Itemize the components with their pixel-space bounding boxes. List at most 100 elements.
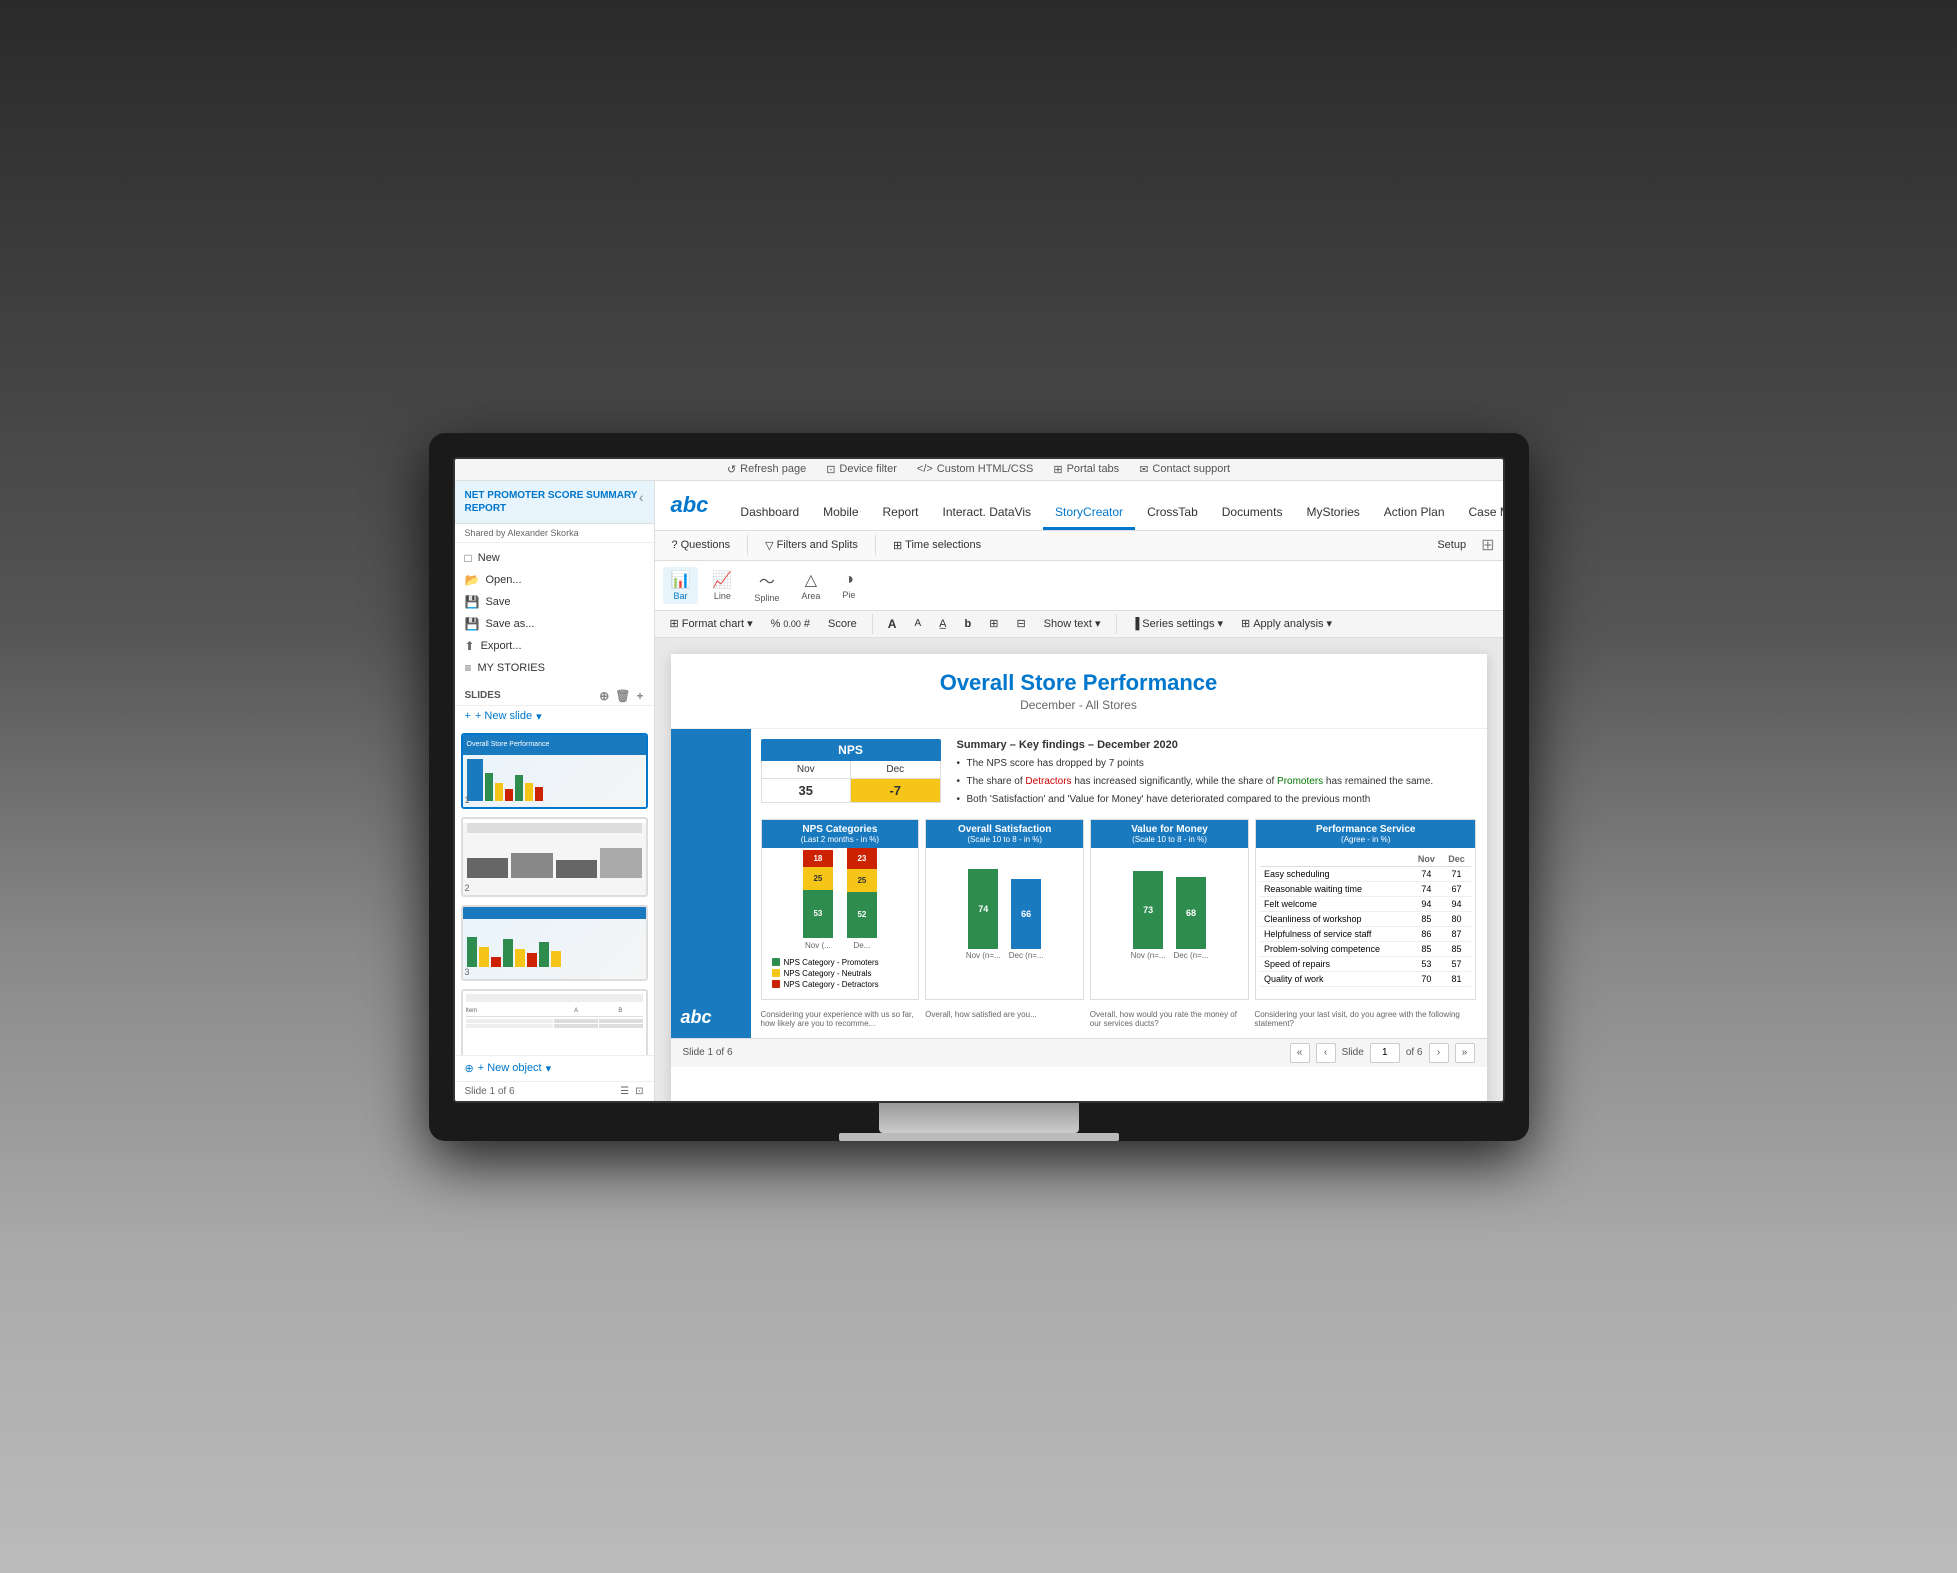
setup-btn[interactable]: Setup <box>1428 535 1475 555</box>
time-icon: ⊞ <box>893 539 902 552</box>
detractors-segment-dec: 23 <box>847 848 877 869</box>
toolbar-sep-2 <box>875 535 876 555</box>
grid-btn[interactable]: ⊟ <box>1009 614 1032 633</box>
slide-thumb-preview-3 <box>463 907 646 979</box>
delete-slide-btn[interactable]: 🗑 <box>615 689 630 703</box>
save-as-menu-item[interactable]: 💾 Save as... <box>455 613 654 635</box>
save-icon: 💾 <box>465 595 480 609</box>
chart-type-area[interactable]: △ Area <box>793 567 828 604</box>
font-smaller-icon: A <box>914 618 921 629</box>
chevron-down-icon: ▾ <box>536 710 542 723</box>
nav-datavis[interactable]: Interact. DataVis <box>931 497 1044 530</box>
slides-tools: ⊕ 🗑 + <box>599 689 643 703</box>
bold-btn[interactable]: b <box>957 615 978 633</box>
text-format-a[interactable]: A <box>881 614 904 634</box>
apply-analysis-btn[interactable]: ⊞ Apply analysis ▾ <box>1234 614 1339 633</box>
slide-number-1: 1 <box>465 795 470 805</box>
contact-support-btn[interactable]: ✉ Contact support <box>1139 463 1230 476</box>
series-settings-btn[interactable]: ▐ Series settings ▾ <box>1125 614 1230 633</box>
score-controls: % 0.00 # <box>764 615 817 633</box>
new-slide-button[interactable]: + + New slide ▾ <box>455 705 654 727</box>
promoters-text: Promoters <box>1277 776 1323 787</box>
open-menu-item[interactable]: 📂 Open... <box>455 569 654 591</box>
font-larger-icon: A <box>888 617 897 631</box>
table-btn[interactable]: ⊞ <box>982 614 1005 633</box>
nav-casemgmt[interactable]: Case Mgmt <box>1457 497 1503 530</box>
chart-type-pie[interactable]: ◑ Pie <box>834 568 863 603</box>
pagination: « ‹ Slide of 6 › » <box>1290 1043 1475 1063</box>
first-page-btn[interactable]: « <box>1290 1043 1310 1063</box>
export-menu-item[interactable]: ⬆ Export... <box>455 635 654 657</box>
perf-row-label: Helpfulness of service staff <box>1260 926 1411 941</box>
perf-row-label: Speed of repairs <box>1260 956 1411 971</box>
grid-icon: ⊞ <box>1481 535 1494 555</box>
portal-tabs-btn[interactable]: ⊞ Portal tabs <box>1053 463 1119 476</box>
value-subheader: (Scale 10 to 8 - in %) <box>1095 835 1244 844</box>
promoters-segment-dec: 52 <box>847 892 877 938</box>
perf-col-nov: Nov <box>1411 852 1441 867</box>
grid2-icon: ⊟ <box>1016 617 1025 630</box>
nav-report[interactable]: Report <box>871 497 931 530</box>
performance-table: Nov Dec Easy scheduling7471Reasonable wa… <box>1260 852 1472 987</box>
slide-thumb-1[interactable]: Overall Store Performance <box>461 733 648 809</box>
last-page-btn[interactable]: » <box>1455 1043 1475 1063</box>
page-number-input[interactable] <box>1370 1043 1400 1063</box>
nav-mystories[interactable]: MyStories <box>1294 497 1371 530</box>
slide-left-stripe: abc <box>671 729 751 1038</box>
slide-thumb-3[interactable]: 3 <box>461 905 648 981</box>
perf-row-nov: 74 <box>1411 881 1441 896</box>
collapse-sidebar-btn[interactable]: ‹ <box>639 489 644 505</box>
nav-crosstab[interactable]: CrossTab <box>1135 497 1210 530</box>
app-header: abc Dashboard Mobile Report Interact. Da… <box>655 481 1503 531</box>
new-menu-item[interactable]: □ New <box>455 547 654 569</box>
add-slide-btn[interactable]: + <box>636 689 643 703</box>
neutrals-segment-nov: 25 <box>803 867 833 890</box>
slide-page: Overall Store Performance December - All… <box>671 654 1487 1101</box>
filters-btn[interactable]: ▽ Filters and Splits <box>756 535 867 556</box>
val-bar-dec-rect: 68 <box>1176 877 1206 949</box>
text-format-a-sm[interactable]: A <box>907 615 928 632</box>
next-page-btn[interactable]: › <box>1429 1043 1449 1063</box>
format-chart-btn[interactable]: ⊞ Format chart ▾ <box>663 614 760 633</box>
show-text-btn[interactable]: Show text ▾ <box>1037 614 1108 633</box>
questions-btn[interactable]: ? Questions <box>663 535 740 555</box>
chart-type-spline[interactable]: 〜 Spline <box>746 565 787 606</box>
refresh-page-btn[interactable]: ↺ Refresh page <box>727 463 806 476</box>
new-object-button[interactable]: ⊕ + New object ▾ <box>455 1055 654 1081</box>
nav-actionplan[interactable]: Action Plan <box>1372 497 1457 530</box>
detractors-text: Detractors <box>1025 776 1071 787</box>
my-stories-menu-item[interactable]: ≡ MY STORIES <box>455 657 654 679</box>
sidebar: NET PROMOTER SCORE SUMMARY REPORT ‹ Shar… <box>455 481 655 1101</box>
perf-col-dec: Dec <box>1442 852 1472 867</box>
time-selections-btn[interactable]: ⊞ Time selections <box>884 535 990 556</box>
chevron-down-icon-4: ▾ <box>1095 617 1101 630</box>
prev-page-btn[interactable]: ‹ <box>1316 1043 1336 1063</box>
perf-row-dec: 85 <box>1442 941 1472 956</box>
perf-row-label: Felt welcome <box>1260 896 1411 911</box>
val-bar-dec-label: Dec (n=... <box>1174 951 1209 960</box>
copy-slide-btn[interactable]: ⊕ <box>599 689 609 703</box>
slide-content-body: abc NPS Nov Dec <box>671 729 1487 1038</box>
slide-thumb-4[interactable]: Item A B 4 <box>461 989 648 1055</box>
nav-documents[interactable]: Documents <box>1210 497 1295 530</box>
story-canvas: Overall Store Performance December - All… <box>655 638 1503 1101</box>
nav-mobile[interactable]: Mobile <box>811 497 870 530</box>
chart-type-line[interactable]: 📈 Line <box>704 567 740 604</box>
nav-dashboard[interactable]: Dashboard <box>728 497 811 530</box>
score-btn[interactable]: Score <box>821 615 864 633</box>
slide-preview-btn[interactable]: ⊡ <box>635 1086 643 1097</box>
custom-html-btn[interactable]: </> Custom HTML/CSS <box>917 463 1033 475</box>
slide-layout-btn[interactable]: ☰ <box>620 1086 629 1097</box>
slide-thumb-2[interactable]: 2 <box>461 817 648 897</box>
nps-summary-title: Summary – Key findings – December 2020 <box>957 739 1477 751</box>
text-color-btn[interactable]: A̲ <box>932 615 953 633</box>
promoters-dot <box>772 958 780 966</box>
nps-cat-header: NPS Categories (Last 2 months - in %) <box>762 820 919 848</box>
nav-storycreator[interactable]: StoryCreator <box>1043 497 1135 530</box>
chart-type-bar[interactable]: 📊 Bar <box>663 567 699 604</box>
bold-icon: b <box>964 618 971 630</box>
save-menu-item[interactable]: 💾 Save <box>455 591 654 613</box>
device-filter-btn[interactable]: ⊡ Device filter <box>826 463 897 476</box>
table-row: Cleanliness of workshop8580 <box>1260 911 1472 926</box>
format-sep <box>872 614 873 634</box>
